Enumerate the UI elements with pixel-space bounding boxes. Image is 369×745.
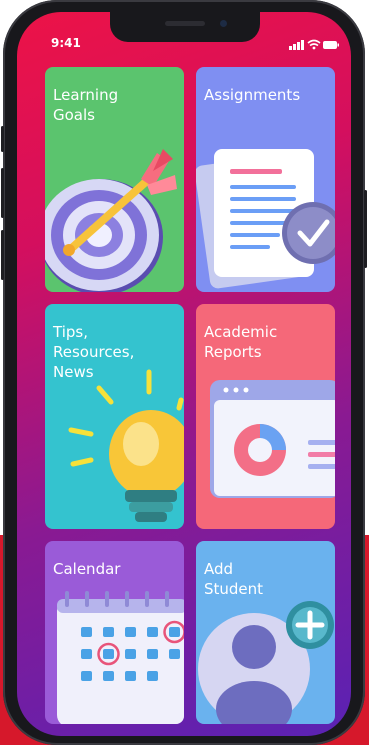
status-icons [289,39,339,50]
tile-academic-reports[interactable]: Academic Reports [196,304,335,529]
battery-icon [323,41,339,49]
tile-title: Calendar [53,560,121,578]
notch [110,12,260,42]
tile-calendar[interactable]: Calendar [45,541,184,724]
silent-switch [1,126,4,152]
volume-up-button [1,168,4,218]
tile-title: Tips, Resources, News [53,323,135,381]
tile-add-student[interactable]: Add Student [196,541,335,724]
wifi-icon [307,39,321,50]
signal-icon [289,40,304,50]
tile-title: Add Student [204,560,264,598]
front-camera [220,20,227,27]
tile-title: Learning Goals [53,86,119,124]
volume-down-button [1,230,4,280]
power-button [364,190,367,268]
tile-assignments[interactable]: Assignments [196,67,335,292]
tile-tips-resources-news[interactable]: Tips, Resources, News [45,304,184,529]
speaker [165,21,205,26]
status-time: 9:41 [51,36,81,50]
tile-title: Academic Reports [204,323,278,361]
tile-title: Assignments [204,86,301,104]
tile-learning-goals[interactable]: Learning Goals [45,67,184,292]
